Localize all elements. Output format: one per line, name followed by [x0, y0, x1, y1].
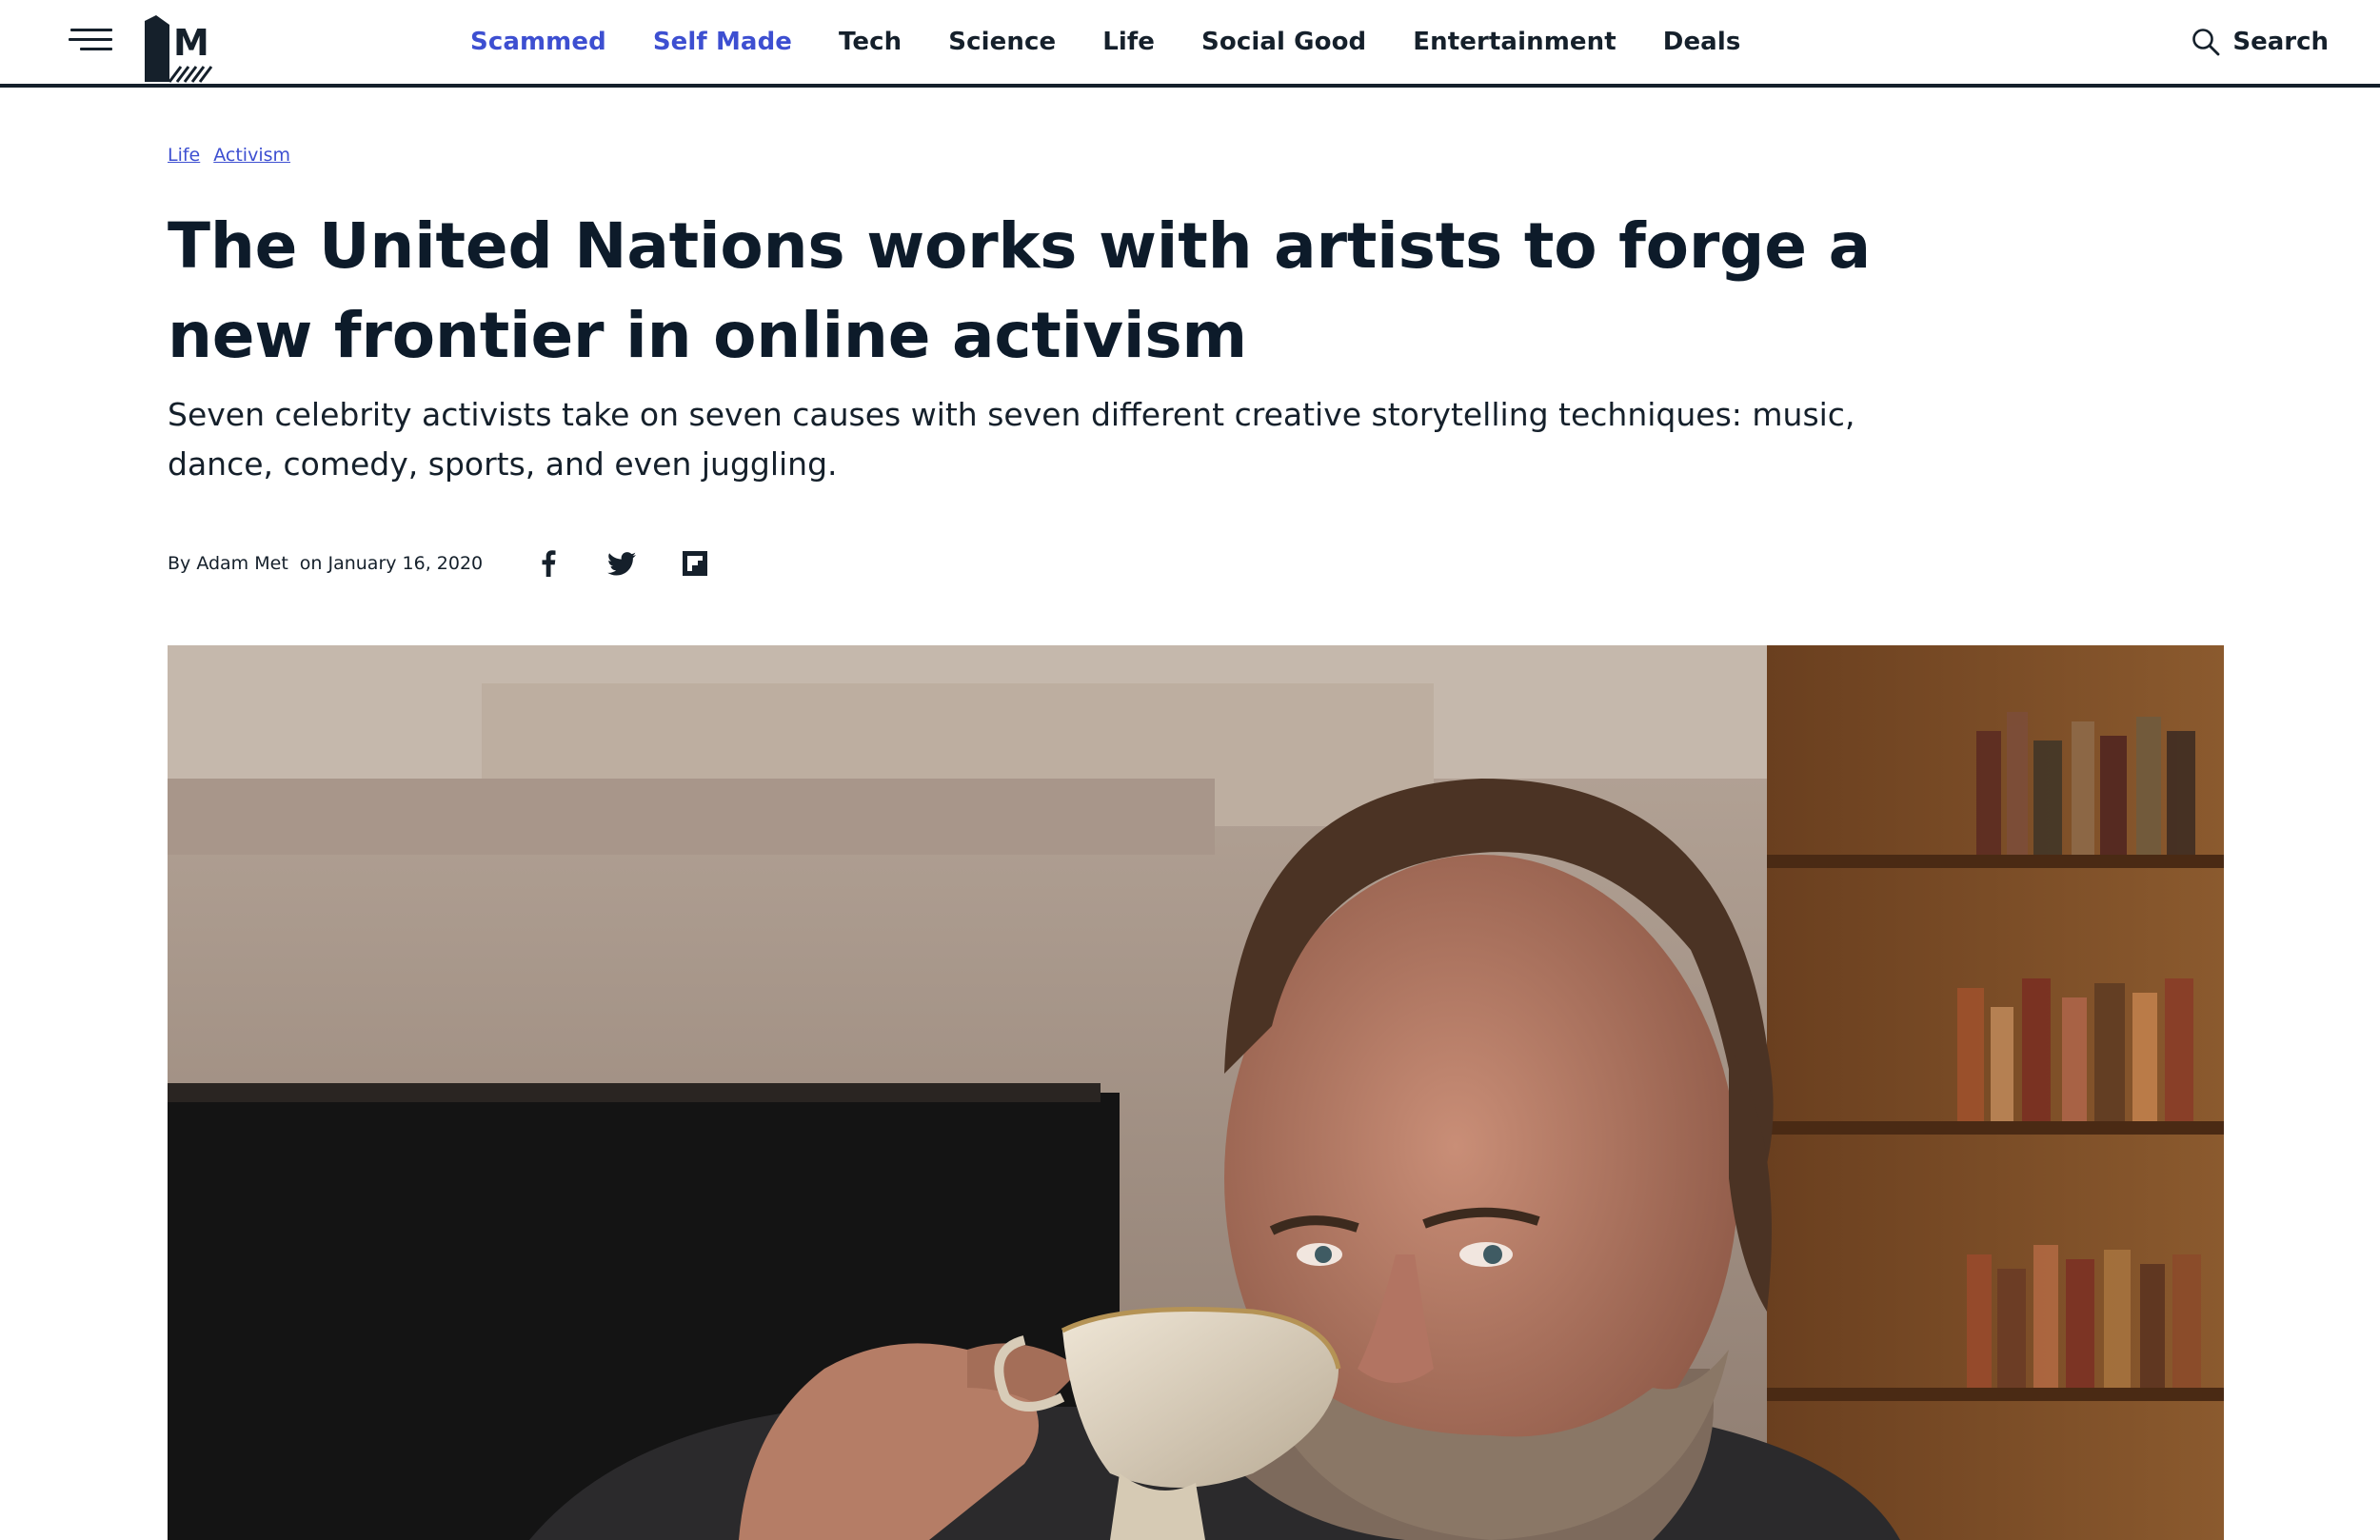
- facebook-icon: [542, 550, 556, 577]
- search-button[interactable]: Search: [2191, 23, 2329, 61]
- nav-link-life[interactable]: Life: [1102, 28, 1155, 56]
- search-icon: [2192, 29, 2220, 56]
- nav-link-self-made[interactable]: Self Made: [653, 28, 792, 56]
- hero-photo: [168, 645, 2224, 1540]
- nav-link-entertainment[interactable]: Entertainment: [1413, 28, 1616, 56]
- site-logo[interactable]: M: [141, 13, 217, 84]
- logo-mark-icon: M: [145, 15, 213, 83]
- byline: By Adam Met on January 16, 2020: [168, 550, 754, 577]
- share-twitter-button[interactable]: [607, 549, 637, 578]
- hero-illustration: [168, 645, 2224, 1540]
- svg-text:M: M: [173, 22, 209, 64]
- nav-link-deals[interactable]: Deals: [1663, 28, 1741, 56]
- tag-link-life[interactable]: Life: [168, 145, 200, 166]
- nav-link-science[interactable]: Science: [948, 28, 1056, 56]
- article-headline: The United Nations works with artists to…: [168, 209, 1871, 372]
- nav-link-scammed[interactable]: Scammed: [470, 28, 606, 56]
- twitter-icon: [607, 551, 637, 575]
- search-label: Search: [2232, 28, 2329, 56]
- site-header: M Scammed Self Made Tech Science Life So…: [0, 0, 2380, 88]
- article-tags: Life Activism: [168, 145, 304, 166]
- hamburger-menu-icon[interactable]: [67, 27, 114, 55]
- share-bar: [534, 549, 754, 578]
- byline-date: on January 16, 2020: [299, 553, 484, 574]
- article-dek: Seven celebrity activists take on seven …: [168, 396, 1855, 483]
- share-facebook-button[interactable]: [534, 549, 563, 578]
- nav-link-tech[interactable]: Tech: [839, 28, 902, 56]
- main-nav: Scammed Self Made Tech Science Life Soci…: [470, 0, 1787, 84]
- menu-bar: [80, 48, 112, 50]
- menu-bar: [70, 29, 112, 31]
- menu-bar: [69, 38, 112, 41]
- flipboard-icon: [683, 551, 708, 576]
- nav-link-social-good[interactable]: Social Good: [1201, 28, 1366, 56]
- share-flipboard-button[interactable]: [681, 549, 709, 578]
- byline-author: By Adam Met: [168, 553, 288, 574]
- tag-link-activism[interactable]: Activism: [213, 145, 290, 166]
